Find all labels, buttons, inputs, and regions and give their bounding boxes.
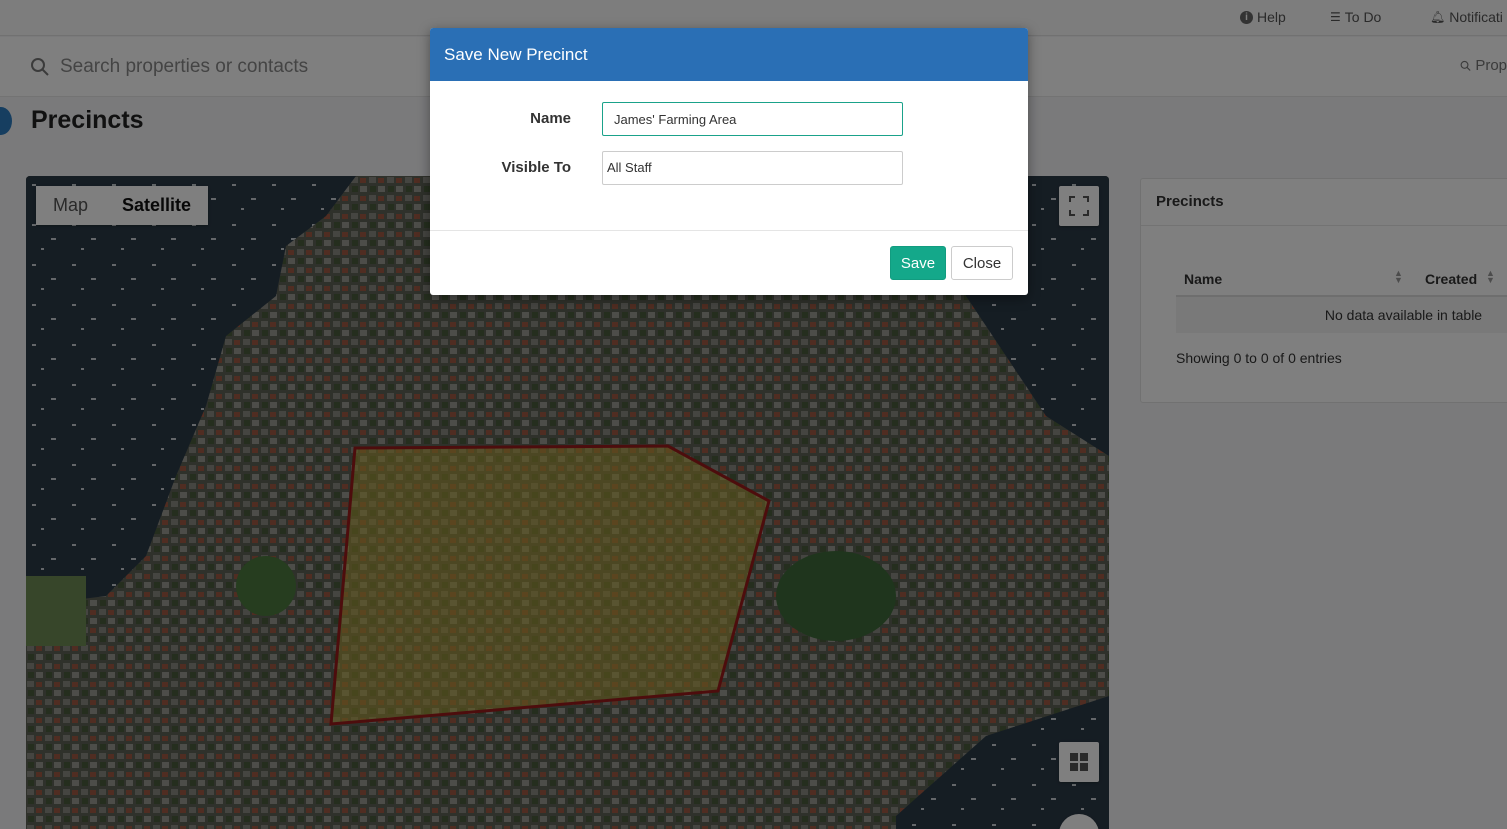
save-precinct-dialog: Save New Precinct Name Visible To All St… <box>430 28 1028 295</box>
visible-to-label: Visible To <box>501 159 571 176</box>
save-button[interactable]: Save <box>890 246 946 280</box>
name-label: Name <box>530 110 571 127</box>
dialog-divider <box>430 230 1028 231</box>
dialog-title: Save New Precinct <box>430 28 1028 81</box>
visible-to-select[interactable]: All Staff <box>602 151 903 185</box>
close-button[interactable]: Close <box>951 246 1013 280</box>
name-field[interactable] <box>602 102 903 136</box>
